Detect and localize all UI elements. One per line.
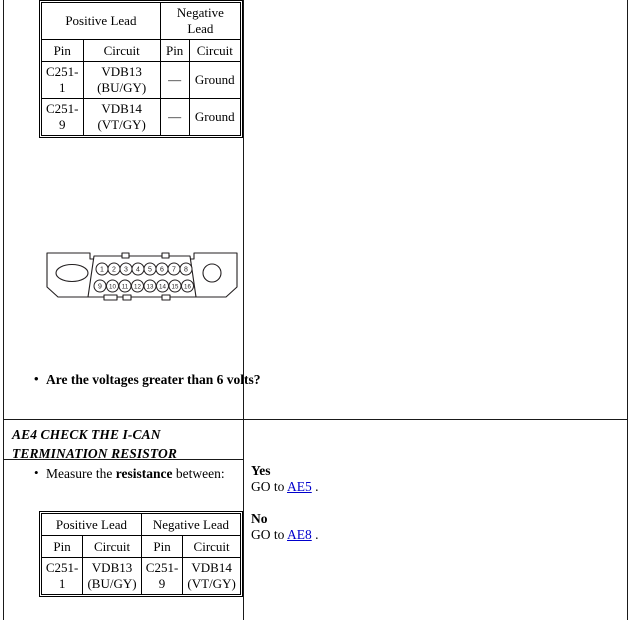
- connector-pin-label-16: 16: [184, 284, 191, 291]
- answer-yes-label: Yes: [251, 463, 271, 478]
- step-ae4-result-cell: Yes GO to AE5 . No GO to AE8 .: [244, 420, 627, 620]
- circuit-positive-color: (BU/GY): [97, 80, 147, 95]
- table-column-header-row: Pin Circuit Pin Circuit: [41, 39, 242, 62]
- connector-pin-label-11: 11: [122, 284, 129, 291]
- connector-pin-label-3: 3: [124, 267, 128, 274]
- connector-pin-label-14: 14: [159, 284, 166, 291]
- cell-circuit-negative: VDB14 (VT/GY): [182, 557, 241, 595]
- column-header-pin-negative: Pin: [140, 535, 184, 558]
- answer-no-period: .: [311, 527, 319, 542]
- link-ae8[interactable]: AE8: [287, 527, 312, 542]
- step-ae4-title-line-1: AE4 CHECK THE I-CAN: [12, 427, 161, 442]
- group-header-negative-lead: Negative Lead: [140, 513, 242, 536]
- step-row-ae4: AE4 CHECK THE I-CAN TERMINATION RESISTOR…: [4, 419, 627, 620]
- circuit-negative-color: (VT/GY): [187, 576, 236, 591]
- step-ae4-instruction: Measure the resistance between:: [34, 464, 243, 482]
- column-header-circuit-negative: Circuit: [188, 39, 242, 62]
- circuit-negative-id: VDB14: [191, 560, 232, 575]
- step-ae4-title: AE4 CHECK THE I-CAN TERMINATION RESISTOR: [4, 420, 243, 461]
- cell-pin-negative: C251- 9: [140, 557, 184, 595]
- step-ae3-action-cell: Positive Lead Negative Lead Pin Circuit …: [4, 0, 260, 419]
- instruction-prefix: Measure the: [46, 466, 116, 481]
- cell-pin-positive: C251- 1: [41, 61, 84, 99]
- resistance-measurement-table-wrapper: Positive Lead Negative Lead Pin Circuit …: [39, 511, 243, 597]
- pin-positive-prefix: C251-: [46, 101, 79, 116]
- pin-negative-prefix: C251-: [145, 560, 179, 575]
- data-link-connector-diagram: 1 2 3 4 5 6 7 8 9 10 11 12 13 14 15 16: [44, 249, 240, 314]
- cell-pin-positive: C251- 1: [40, 557, 84, 595]
- step-ae4-instruction-list: Measure the resistance between:: [4, 464, 243, 482]
- connector-pin-label-12: 12: [134, 284, 141, 291]
- result-cell-spacer: [244, 420, 627, 460]
- circuit-positive-id: VDB14: [101, 101, 142, 116]
- connector-svg: 1 2 3 4 5 6 7 8 9 10 11 12 13 14 15 16: [46, 252, 238, 301]
- circuit-positive-id: VDB13: [91, 560, 133, 575]
- answer-yes-goto-text: GO to: [251, 479, 288, 494]
- voltage-measurement-table-wrapper: Positive Lead Negative Lead Pin Circuit …: [39, 0, 243, 138]
- cell-circuit-negative: Ground: [188, 61, 242, 99]
- column-header-pin-positive: Pin: [40, 535, 84, 558]
- connector-pin-label-8: 8: [184, 267, 188, 274]
- link-ae5[interactable]: AE5: [287, 479, 312, 494]
- connector-pin-label-4: 4: [136, 267, 140, 274]
- step-ae3-question-list: Are the voltages greater than 6 volts?: [4, 370, 264, 388]
- connector-pin-label-5: 5: [148, 267, 152, 274]
- connector-pin-label-7: 7: [172, 267, 176, 274]
- answer-no-goto-text: GO to: [251, 527, 288, 542]
- step-row-ae3: Positive Lead Negative Lead Pin Circuit …: [4, 0, 627, 419]
- resistance-measurement-table: Positive Lead Negative Lead Pin Circuit …: [40, 513, 242, 595]
- voltage-measurement-table: Positive Lead Negative Lead Pin Circuit …: [41, 2, 242, 136]
- connector-pin-label-13: 13: [147, 284, 154, 291]
- answer-yes-period: .: [311, 479, 319, 494]
- pin-positive-prefix: C251-: [46, 64, 79, 79]
- table-column-header-row: Pin Circuit Pin Circuit: [40, 535, 241, 558]
- pin-negative-number: 9: [158, 576, 166, 591]
- pin-positive-number: 1: [59, 80, 66, 95]
- connector-pin-label-10: 10: [109, 284, 116, 291]
- column-header-pin-negative: Pin: [159, 39, 190, 62]
- cell-circuit-positive: VDB13 (BU/GY): [82, 61, 161, 99]
- connector-pin-label-2: 2: [112, 267, 116, 274]
- cell-circuit-negative: Ground: [188, 98, 242, 136]
- circuit-positive-id: VDB13: [101, 64, 142, 79]
- cell-circuit-positive: VDB13 (BU/GY): [82, 557, 142, 595]
- connector-pin-label-9: 9: [98, 284, 102, 291]
- step-ae4-answers: Yes GO to AE5 . No GO to AE8 .: [251, 463, 319, 543]
- circuit-positive-color: (VT/GY): [97, 117, 146, 132]
- pin-positive-number: 9: [59, 117, 66, 132]
- cell-pin-negative: —: [159, 61, 190, 99]
- group-header-positive-lead: Positive Lead: [41, 2, 161, 40]
- cell-pin-negative: —: [159, 98, 190, 136]
- connector-pin-label-1: 1: [100, 267, 104, 274]
- table-group-header-row: Positive Lead Negative Lead: [41, 2, 242, 40]
- instruction-keyword: resistance: [115, 466, 173, 481]
- column-header-circuit-positive: Circuit: [82, 39, 161, 62]
- answer-no-label: No: [251, 511, 268, 526]
- answer-no-action: GO to AE8 .: [251, 527, 319, 543]
- table-row: C251- 9 VDB14 (VT/GY) — Ground: [41, 98, 242, 136]
- step-ae4-action-cell: AE4 CHECK THE I-CAN TERMINATION RESISTOR…: [4, 420, 244, 620]
- table-row: C251- 1 VDB13 (BU/GY) C251- 9 VDB14 (VT/GY): [40, 557, 241, 595]
- cell-circuit-positive: VDB14 (VT/GY): [82, 98, 161, 136]
- group-header-positive-lead: Positive Lead: [41, 513, 142, 536]
- table-group-header-row: Positive Lead Negative Lead: [41, 513, 242, 536]
- column-header-circuit-negative: Circuit: [182, 535, 241, 558]
- group-header-negative-lead: Negative Lead: [159, 2, 242, 40]
- column-header-circuit-positive: Circuit: [82, 535, 142, 558]
- pin-positive-prefix: C251-: [45, 560, 79, 575]
- step-ae3-result-cell: [244, 0, 627, 419]
- instruction-suffix: between:: [172, 466, 225, 481]
- cell-pin-positive: C251- 9: [41, 98, 84, 136]
- pinpoint-test-grid: Positive Lead Negative Lead Pin Circuit …: [3, 0, 628, 620]
- answer-yes-action: GO to AE5 .: [251, 479, 319, 495]
- table-row: C251- 1 VDB13 (BU/GY) — Ground: [41, 61, 242, 99]
- circuit-positive-color: (BU/GY): [87, 576, 137, 591]
- step-ae4-title-line-2: TERMINATION RESISTOR: [12, 446, 177, 461]
- step-ae3-question: Are the voltages greater than 6 volts?: [34, 370, 264, 388]
- connector-pin-label-15: 15: [172, 284, 179, 291]
- answer-separator: [251, 495, 319, 511]
- connector-pin-label-6: 6: [160, 267, 164, 274]
- pin-positive-number: 1: [58, 576, 66, 591]
- column-header-pin-positive: Pin: [41, 39, 84, 62]
